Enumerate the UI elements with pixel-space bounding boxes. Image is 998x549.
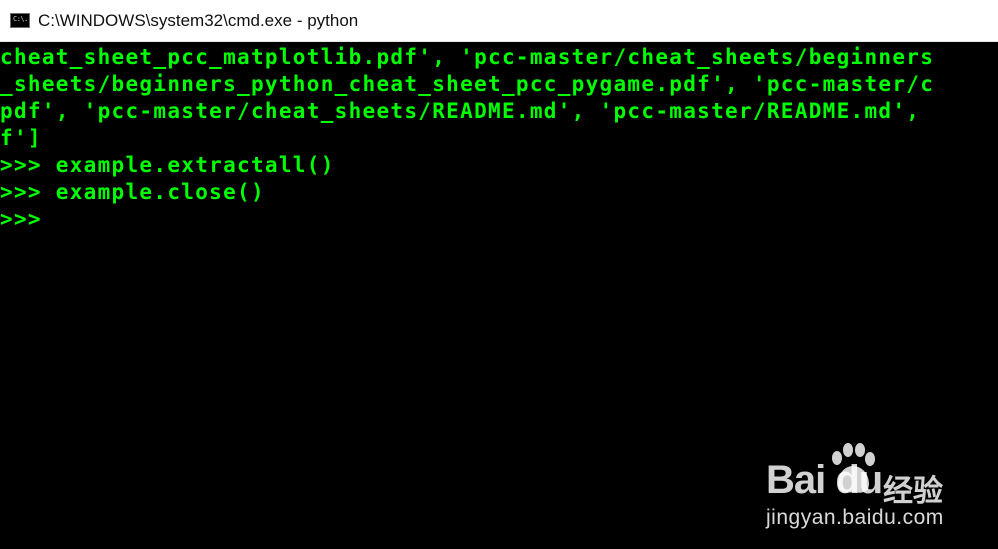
console-line: cheat_sheet_pcc_matplotlib.pdf', 'pcc-ma… <box>0 45 935 69</box>
title-bar[interactable]: C:\. C:\WINDOWS\system32\cmd.exe - pytho… <box>0 0 998 42</box>
console-line: f'] <box>0 126 42 150</box>
console-line: pdf', 'pcc-master/cheat_sheets/README.md… <box>0 99 935 123</box>
cmd-console-icon[interactable]: C:\. <box>10 13 30 28</box>
console-line: _sheets/beginners_python_cheat_sheet_pcc… <box>0 72 935 96</box>
console-prompt-line: >>> example.close() <box>0 180 265 204</box>
cmd-window: C:\. C:\WINDOWS\system32\cmd.exe - pytho… <box>0 0 998 549</box>
console-icon-glyph: C:\. <box>13 15 28 23</box>
window-title: C:\WINDOWS\system32\cmd.exe - python <box>38 10 359 30</box>
console-prompt-active[interactable]: >>> <box>0 206 42 233</box>
console-output[interactable]: cheat_sheet_pcc_matplotlib.pdf', 'pcc-ma… <box>0 44 998 549</box>
console-prompt-line: >>> example.extractall() <box>0 153 335 177</box>
